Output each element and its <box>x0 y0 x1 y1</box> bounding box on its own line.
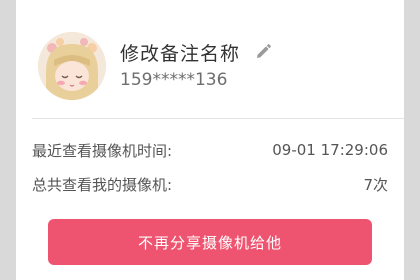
total-views-row: 总共查看我的摄像机: 7次 <box>32 173 388 195</box>
contact-name[interactable]: 修改备注名称 <box>120 39 240 66</box>
avatar[interactable] <box>38 32 106 100</box>
stop-sharing-button[interactable]: 不再分享摄像机给他 <box>48 219 372 265</box>
last-view-label: 最近查看摄像机时间: <box>32 141 173 160</box>
total-views-value: 7次 <box>363 175 388 194</box>
name-row: 修改备注名称 <box>120 38 272 66</box>
last-view-row: 最近查看摄像机时间: 09-01 17:29:06 <box>32 139 388 161</box>
contact-phone: 159*****136 <box>120 70 228 90</box>
avatar-girl-illustration-icon <box>38 32 106 100</box>
divider <box>32 118 404 119</box>
total-views-label: 总共查看我的摄像机: <box>32 175 173 194</box>
contact-card: 修改备注名称 159*****136 最近查看摄像机时间: 09-01 17:2… <box>16 0 404 280</box>
pencil-icon[interactable] <box>254 43 272 61</box>
last-view-value: 09-01 17:29:06 <box>272 141 388 159</box>
